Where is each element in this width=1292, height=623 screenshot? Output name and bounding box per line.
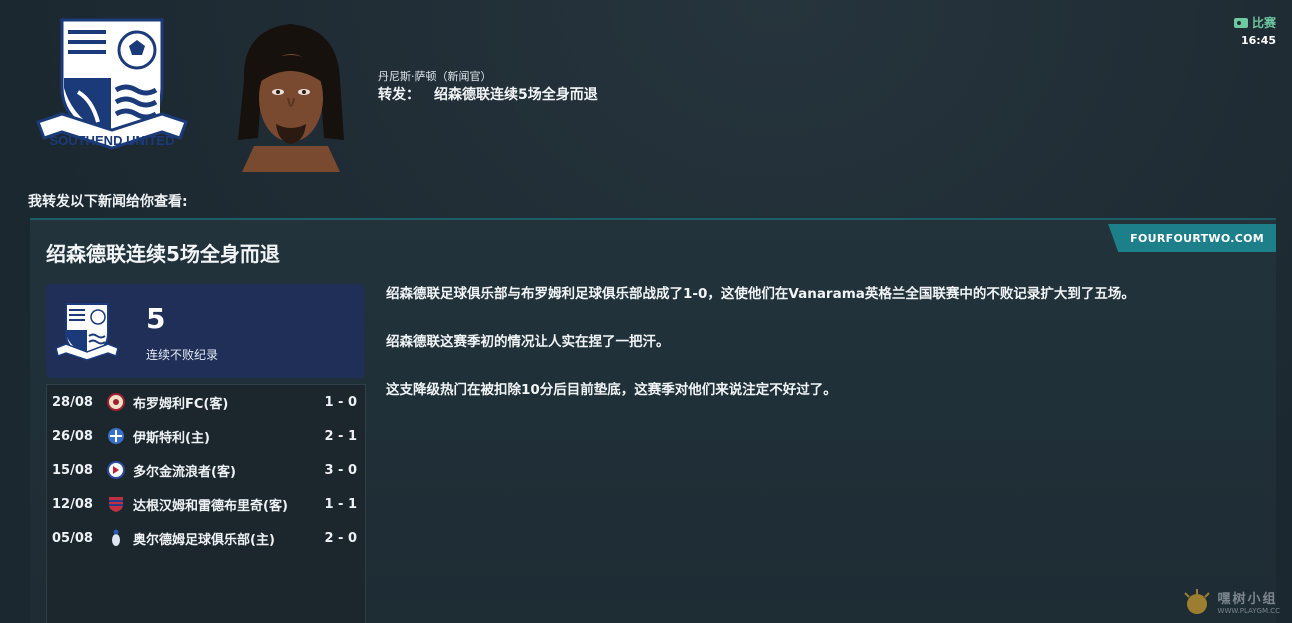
result-opponent[interactable]: 达根汉姆和雷德布里奇(客) [133, 495, 288, 514]
result-row[interactable]: 28/08 布罗姆利FC(客) 1 - 0 [47, 385, 365, 419]
streak-label: 连续不败纪录 [146, 348, 219, 362]
streak-value: 5 [146, 302, 166, 335]
result-row[interactable]: 15/08 多尔金流浪者(客) 3 - 0 [47, 453, 365, 487]
article-body: 绍森德联足球俱乐部与布罗姆利足球俱乐部战成了1-0，这使他们在Vanarama英… [386, 284, 1266, 428]
result-date: 28/08 [52, 394, 93, 410]
result-score: 2 - 1 [324, 428, 357, 444]
result-opponent[interactable]: 奥尔德姆足球俱乐部(主) [133, 529, 275, 548]
result-opponent[interactable]: 多尔金流浪者(客) [133, 461, 236, 480]
southend-united-crest-icon: SOUTHEND UNITED [36, 18, 188, 150]
watermark-url: WWW.PLAYGM.CC [1217, 607, 1280, 615]
result-date: 15/08 [52, 462, 93, 478]
match-link-label: 比赛 [1251, 16, 1276, 30]
result-date: 26/08 [52, 428, 93, 444]
result-score: 1 - 1 [324, 496, 357, 512]
message-time: 16:45 [1240, 34, 1276, 47]
source-badge[interactable]: FOURFOURTWO.COM [1108, 224, 1276, 252]
article-paragraph: 这支降级热门在被扣除10分后目前垫底，这赛季对他们来说注定不好过了。 [386, 382, 837, 398]
oldham-crest-icon [112, 529, 120, 546]
result-date: 12/08 [52, 496, 93, 512]
subject-title: 绍森德联连续5场全身而退 [434, 87, 598, 103]
forward-intro-text: 我转发以下新闻给你查看: [28, 194, 188, 210]
result-score: 1 - 0 [324, 394, 357, 410]
subject-prefix: 转发： [378, 87, 420, 103]
watermark-text: 嘿树小组 [1217, 592, 1278, 607]
top-right-info: 比赛 16:45 [1233, 14, 1276, 47]
press-officer-portrait [238, 24, 344, 172]
news-screen: SOUTHEND UNITED 丹尼斯·萨顿（新闻官） 转发： 绍森德联连续5场全… [0, 0, 1292, 623]
result-score: 3 - 0 [324, 462, 357, 478]
match-link[interactable]: 比赛 [1233, 14, 1276, 31]
ticket-icon [1233, 17, 1248, 28]
unbeaten-streak-box: 5 连续不败纪录 [46, 284, 364, 378]
site-watermark: 嘿树小组 WWW.PLAYGM.CC [1182, 588, 1280, 615]
result-row[interactable]: 05/08 奥尔德姆足球俱乐部(主) 2 - 0 [47, 521, 365, 555]
result-score: 2 - 0 [324, 530, 357, 546]
bromley-crest-icon [107, 393, 125, 411]
watermark-logo-icon [1183, 588, 1210, 614]
result-row[interactable]: 26/08 伊斯特利(主) 2 - 1 [47, 419, 365, 453]
svg-text:SOUTHEND UNITED: SOUTHEND UNITED [50, 133, 175, 148]
article-paragraph: 绍森德联这赛季初的情况让人实在捏了一把汗。 [386, 334, 670, 350]
southend-united-small-crest-icon [55, 303, 119, 361]
news-article-card: FOURFOURTWO.COM 绍森德联连续5场全身而退 5 连续不败纪录 28… [30, 218, 1276, 623]
message-subject: 转发： 绍森德联连续5场全身而退 [378, 84, 598, 104]
result-opponent[interactable]: 布罗姆利FC(客) [133, 393, 228, 412]
eastleigh-crest-icon [108, 428, 124, 444]
dagenham-crest-icon [109, 497, 123, 512]
result-opponent[interactable]: 伊斯特利(主) [133, 427, 210, 446]
article-paragraph: 绍森德联足球俱乐部与布罗姆利足球俱乐部战成了1-0，这使他们在Vanarama英… [386, 286, 1135, 302]
article-headline: 绍森德联连续5场全身而退 [46, 242, 280, 266]
result-row[interactable]: 12/08 达根汉姆和雷德布里奇(客) 1 - 1 [47, 487, 365, 521]
sender-name: 丹尼斯·萨顿（新闻官） [378, 70, 492, 83]
dorking-crest-icon [107, 461, 125, 479]
recent-results-list: 28/08 布罗姆利FC(客) 1 - 0 26/08 伊斯特利(主) 2 - … [46, 384, 366, 623]
result-date: 05/08 [52, 530, 93, 546]
